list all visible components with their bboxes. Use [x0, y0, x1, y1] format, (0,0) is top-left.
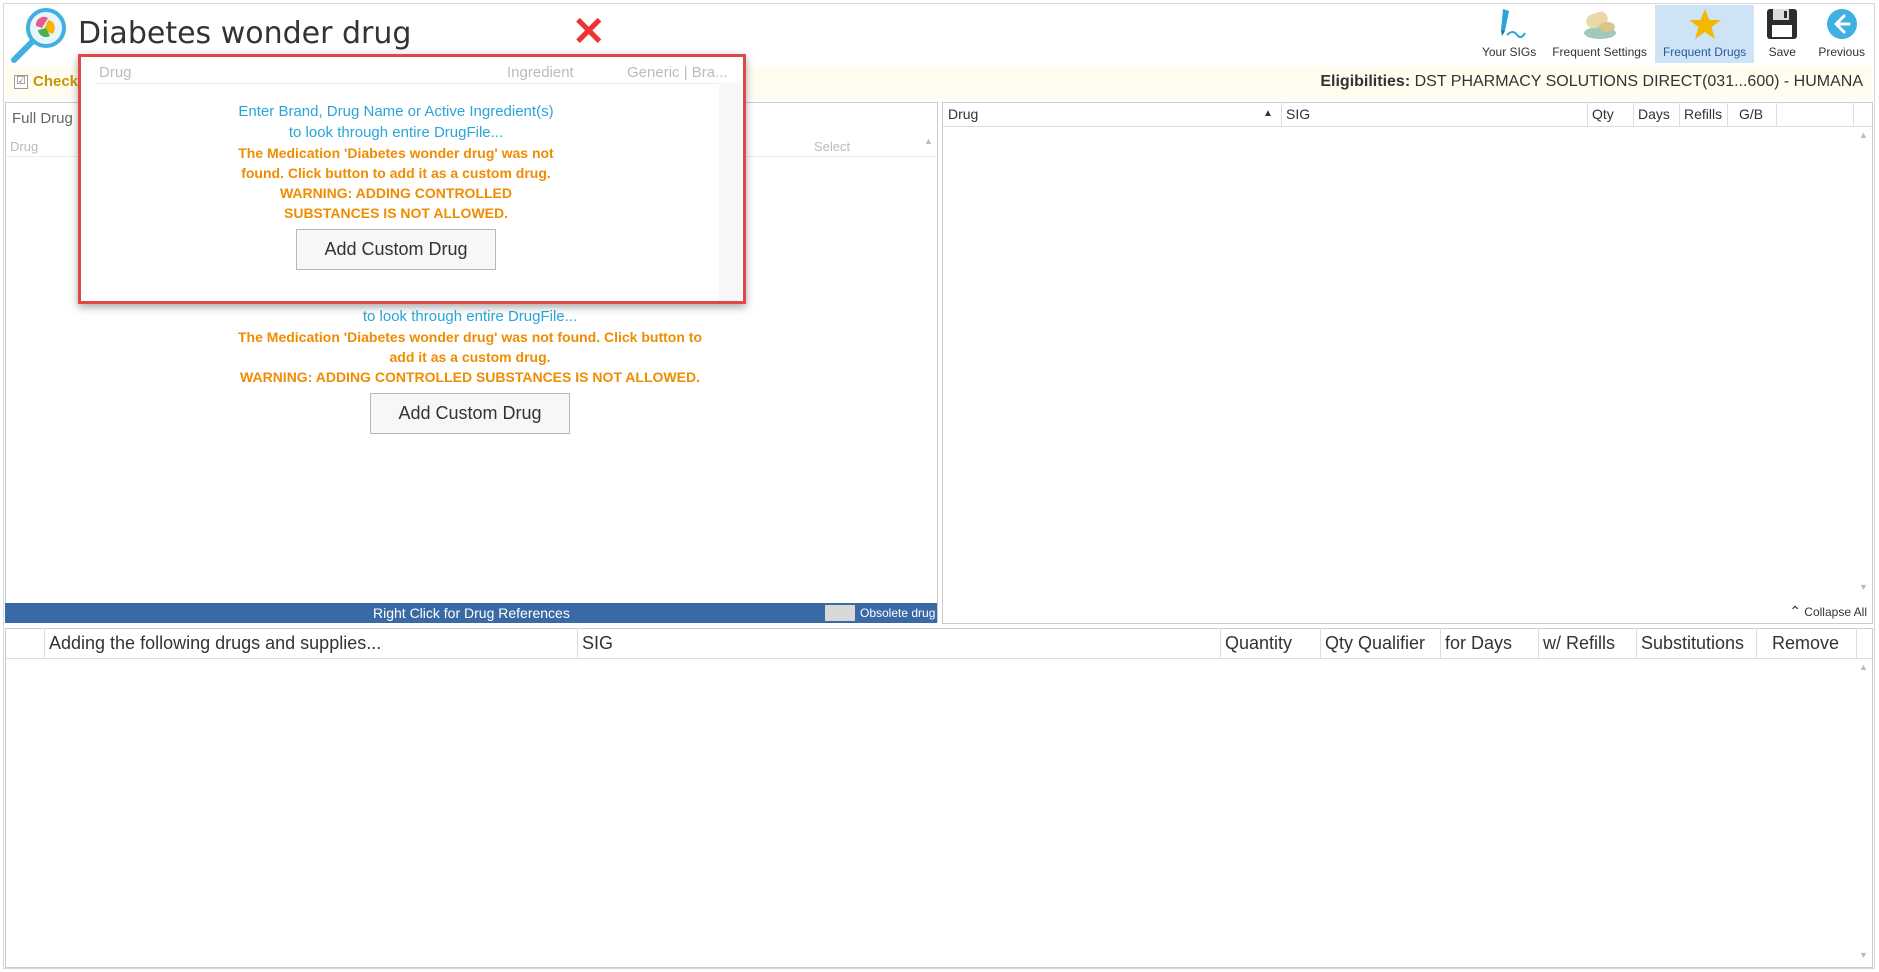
- adding-drugs-panel: [5, 628, 1873, 968]
- column-drug[interactable]: Drug: [948, 106, 978, 122]
- column-ingredient[interactable]: Ingredient: [507, 64, 574, 81]
- pills-settings-icon: [1580, 7, 1620, 41]
- popup-message: Enter Brand, Drug Name or Active Ingredi…: [231, 101, 561, 270]
- floppy-save-icon: [1762, 7, 1802, 41]
- toolbar: Your SIGs Frequent Settings Frequent Dru…: [1474, 5, 1873, 63]
- frequent-settings-button[interactable]: Frequent Settings: [1544, 5, 1655, 63]
- collapse-all-label: Collapse All: [1804, 605, 1867, 619]
- column-refills[interactable]: w/ Refills: [1543, 633, 1615, 654]
- column-for-days[interactable]: for Days: [1445, 633, 1512, 654]
- column-drug[interactable]: Drug: [10, 139, 38, 154]
- column-qty-qualifier[interactable]: Qty Qualifier: [1325, 633, 1425, 654]
- drug-references-text: Right Click for Drug References: [373, 605, 570, 621]
- drug-references-bar[interactable]: Right Click for Drug References Obsolete…: [5, 603, 937, 623]
- hint-text: to look through entire DrugFile...: [362, 308, 578, 325]
- check-label[interactable]: Check: [33, 73, 78, 90]
- popup-not-found-warning: The Medication 'Diabetes wonder drug' wa…: [238, 145, 554, 181]
- eligibilities-label: Eligibilities:: [1320, 73, 1411, 90]
- add-custom-drug-button[interactable]: Add Custom Drug: [370, 393, 570, 434]
- tab-full-drug[interactable]: Full Drug: [12, 110, 73, 127]
- previous-button[interactable]: Previous: [1810, 5, 1873, 63]
- selected-drugs-header: Drug ▲ SIG Qty Days Refills G/B: [943, 102, 1872, 127]
- selected-drugs-panel: [942, 102, 1873, 624]
- popup-scrollbar[interactable]: [719, 83, 741, 301]
- popup-add-custom-drug-button[interactable]: Add Custom Drug: [296, 229, 496, 270]
- frequent-settings-label: Frequent Settings: [1552, 45, 1647, 59]
- previous-label: Previous: [1818, 45, 1865, 59]
- scroll-up-icon[interactable]: ▲: [924, 136, 933, 146]
- frequent-drugs-button[interactable]: Frequent Drugs: [1654, 5, 1755, 63]
- scroll-up-icon[interactable]: ▲: [1859, 662, 1868, 672]
- adding-drugs-header: Adding the following drugs and supplies.…: [6, 628, 1872, 659]
- collapse-all-button[interactable]: ⌃ Collapse All: [1789, 603, 1867, 620]
- obsolete-drug-label: Obsolete drug: [860, 606, 936, 620]
- column-qty[interactable]: Qty: [1592, 106, 1614, 122]
- column-sig[interactable]: SIG: [582, 633, 613, 654]
- column-days[interactable]: Days: [1638, 106, 1670, 122]
- your-sigs-button[interactable]: Your SIGs: [1474, 5, 1544, 63]
- scroll-down-icon[interactable]: ▼: [1859, 582, 1868, 592]
- column-adding-drugs[interactable]: Adding the following drugs and supplies.…: [49, 633, 381, 654]
- popup-hint-line1: Enter Brand, Drug Name or Active Ingredi…: [238, 103, 554, 120]
- column-quantity[interactable]: Quantity: [1225, 633, 1292, 654]
- popup-list-header: Drug Ingredient Generic | Bra...: [95, 61, 729, 84]
- scroll-down-icon[interactable]: ▼: [1859, 950, 1868, 960]
- column-select[interactable]: Select: [814, 139, 850, 154]
- drug-search-logo-icon: [8, 6, 68, 64]
- star-icon: [1685, 7, 1725, 41]
- save-button[interactable]: Save: [1754, 5, 1810, 63]
- drug-search-popup: Drug Ingredient Generic | Bra... Enter B…: [78, 54, 746, 304]
- obsolete-drug-swatch: [825, 605, 855, 621]
- column-substitutions[interactable]: Substitutions: [1641, 633, 1744, 654]
- chevron-up-icon: ⌃: [1789, 603, 1801, 619]
- column-refills[interactable]: Refills: [1684, 106, 1722, 122]
- not-found-warning: The Medication 'Diabetes wonder drug' wa…: [238, 329, 702, 365]
- eligibilities: Eligibilities: DST PHARMACY SOLUTIONS DI…: [1320, 73, 1863, 91]
- close-icon[interactable]: ✕: [572, 12, 606, 52]
- sort-ascending-icon: ▲: [1263, 108, 1273, 119]
- your-sigs-label: Your SIGs: [1481, 45, 1537, 59]
- eligibilities-value[interactable]: DST PHARMACY SOLUTIONS DIRECT(031...600)…: [1415, 73, 1863, 90]
- window-title: Diabetes wonder drug: [78, 16, 412, 51]
- popup-hint-line2: to look through entire DrugFile...: [288, 124, 504, 141]
- controlled-substance-warning: WARNING: ADDING CONTROLLED SUBSTANCES IS…: [240, 369, 700, 385]
- column-remove[interactable]: Remove: [1772, 633, 1839, 654]
- column-generic-brand[interactable]: Generic | Bra...: [627, 64, 728, 81]
- column-sig[interactable]: SIG: [1286, 106, 1310, 122]
- drug-not-found-message: to look through entire DrugFile... The M…: [230, 306, 710, 434]
- column-drug[interactable]: Drug: [99, 64, 132, 81]
- save-label: Save: [1768, 45, 1796, 59]
- frequent-drugs-label: Frequent Drugs: [1662, 45, 1747, 59]
- back-arrow-icon: [1822, 7, 1862, 41]
- popup-controlled-warning: WARNING: ADDING CONTROLLED SUBSTANCES IS…: [279, 185, 513, 221]
- check-checkbox[interactable]: ☑: [14, 75, 28, 89]
- pen-sig-icon: [1489, 7, 1529, 41]
- column-gb[interactable]: G/B: [1739, 106, 1763, 122]
- scroll-up-icon[interactable]: ▲: [1859, 130, 1868, 140]
